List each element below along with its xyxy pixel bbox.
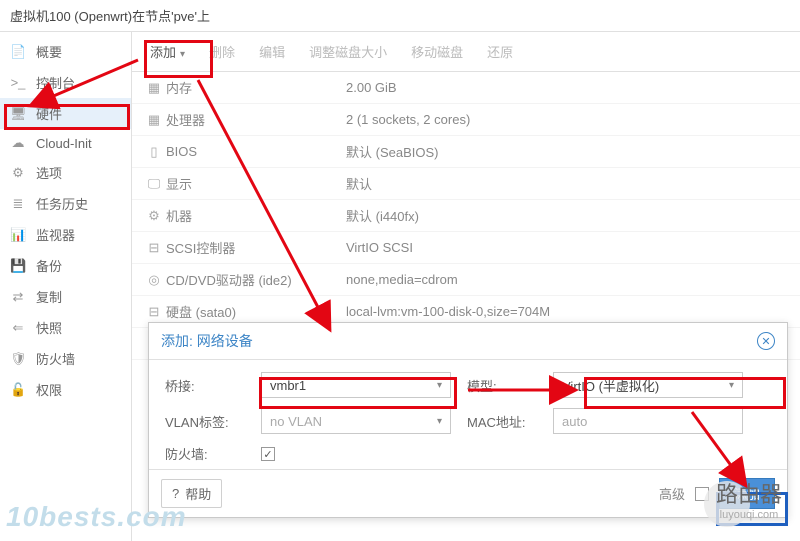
toolbar: 添加▾ 删除 编辑 调整磁盘大小 移动磁盘 还原 bbox=[132, 32, 800, 72]
dialog-title: 添加: 网络设备 bbox=[161, 331, 253, 351]
hw-row-machine[interactable]: ⚙机器默认 (i440fx) bbox=[132, 200, 800, 232]
hw-value: 默认 bbox=[346, 174, 790, 193]
gear-icon: ⚙ bbox=[10, 165, 26, 181]
hw-name: SCSI控制器 bbox=[166, 238, 346, 257]
sidebar-item-label: 选项 bbox=[36, 163, 62, 182]
resize-button: 调整磁盘大小 bbox=[297, 36, 399, 67]
bridge-label: 桥接: bbox=[165, 376, 245, 395]
hw-name: 硬盘 (sata0) bbox=[166, 302, 346, 321]
sidebar-item-label: 备份 bbox=[36, 256, 62, 275]
unlock-icon: 🔓 bbox=[10, 382, 26, 398]
close-icon: ✕ bbox=[761, 335, 770, 348]
hw-row-scsi[interactable]: ⊟SCSI控制器VirtIO SCSI bbox=[132, 232, 800, 264]
monitor-icon: 🖥 bbox=[10, 106, 26, 122]
sidebar-item-cloudinit[interactable]: ☁ Cloud-Init bbox=[0, 129, 131, 157]
cd-icon: ◎ bbox=[142, 272, 166, 288]
sidebar-item-console[interactable]: >_ 控制台 bbox=[0, 67, 131, 98]
hw-name: 显示 bbox=[166, 174, 346, 193]
sidebar-item-label: 硬件 bbox=[36, 104, 62, 123]
hw-value: 2.00 GiB bbox=[346, 80, 790, 95]
firewall-label: 防火墙: bbox=[165, 444, 245, 463]
terminal-icon: >_ bbox=[10, 75, 26, 90]
add-button[interactable]: 添加▾ bbox=[138, 36, 197, 67]
model-label: 模型: bbox=[467, 376, 537, 395]
hw-value: local-lvm:vm-100-disk-0,size=704M bbox=[346, 304, 790, 319]
disk-icon: ⊟ bbox=[142, 240, 166, 256]
hw-name: 内存 bbox=[166, 78, 346, 97]
vlan-select[interactable]: no VLAN▾ bbox=[261, 408, 451, 434]
mac-label: MAC地址: bbox=[467, 412, 537, 431]
sidebar-item-label: 快照 bbox=[36, 318, 62, 337]
vlan-label: VLAN标签: bbox=[165, 412, 245, 431]
hw-row-bios[interactable]: ▯BIOS默认 (SeaBIOS) bbox=[132, 136, 800, 168]
chevron-down-icon: ▾ bbox=[180, 49, 185, 60]
sidebar-item-hardware[interactable]: 🖥 硬件 bbox=[0, 98, 131, 129]
sidebar-item-firewall[interactable]: 🛡 防火墙 bbox=[0, 343, 131, 374]
chevron-down-icon: ▾ bbox=[437, 416, 442, 427]
hw-value: 2 (1 sockets, 2 cores) bbox=[346, 112, 790, 127]
add-network-dialog: 添加: 网络设备 ✕ 桥接: vmbr1▾ 模型: VirtIO (半虚拟化)▾… bbox=[148, 322, 788, 518]
hdd-icon: ⊟ bbox=[142, 304, 166, 320]
sidebar-item-label: 权限 bbox=[36, 380, 62, 399]
hw-name: 处理器 bbox=[166, 110, 346, 129]
hw-value: none,media=cdrom bbox=[346, 272, 790, 287]
page-title: 虚拟机100 (Openwrt)在节点'pve'上 bbox=[0, 0, 800, 32]
advanced-checkbox[interactable] bbox=[695, 487, 709, 501]
sidebar-item-label: 复制 bbox=[36, 287, 62, 306]
hw-row-memory[interactable]: ▦内存2.00 GiB bbox=[132, 72, 800, 104]
sync-icon: ⇄ bbox=[10, 289, 26, 305]
sidebar-item-label: 防火墙 bbox=[36, 349, 75, 368]
hw-row-display[interactable]: 🖵显示默认 bbox=[132, 168, 800, 200]
hw-value: VirtIO SCSI bbox=[346, 240, 790, 255]
sidebar-item-tasks[interactable]: ≣ 任务历史 bbox=[0, 188, 131, 219]
document-icon: 📄 bbox=[10, 44, 26, 60]
sidebar-item-backup[interactable]: 💾 备份 bbox=[0, 250, 131, 281]
hw-name: BIOS bbox=[166, 144, 346, 159]
cloud-icon: ☁ bbox=[10, 135, 26, 151]
chart-icon: 📊 bbox=[10, 227, 26, 243]
memory-icon: ▦ bbox=[142, 80, 166, 96]
help-button[interactable]: ?帮助 bbox=[161, 479, 222, 508]
shield-icon: 🛡 bbox=[10, 351, 26, 367]
advanced-toggle-label: 高级 bbox=[659, 484, 685, 503]
hw-row-cpu[interactable]: ▦处理器2 (1 sockets, 2 cores) bbox=[132, 104, 800, 136]
ok-button[interactable]: 添加 bbox=[719, 478, 775, 509]
list-icon: ≣ bbox=[10, 196, 26, 212]
revert-button: 还原 bbox=[475, 36, 525, 67]
hw-value: 默认 (SeaBIOS) bbox=[346, 142, 790, 161]
sidebar-item-label: Cloud-Init bbox=[36, 136, 92, 151]
sidebar-item-monitor[interactable]: 📊 监视器 bbox=[0, 219, 131, 250]
sidebar-item-options[interactable]: ⚙ 选项 bbox=[0, 157, 131, 188]
bios-icon: ▯ bbox=[142, 144, 166, 160]
hw-value: 默认 (i440fx) bbox=[346, 206, 790, 225]
sidebar-item-label: 控制台 bbox=[36, 73, 75, 92]
machine-icon: ⚙ bbox=[142, 208, 166, 224]
hw-name: CD/DVD驱动器 (ide2) bbox=[166, 270, 346, 289]
sidebar-item-summary[interactable]: 📄 概要 bbox=[0, 36, 131, 67]
move-button: 移动磁盘 bbox=[399, 36, 475, 67]
cpu-icon: ▦ bbox=[142, 112, 166, 128]
bridge-select[interactable]: vmbr1▾ bbox=[261, 372, 451, 398]
sidebar-item-label: 概要 bbox=[36, 42, 62, 61]
chevron-down-icon: ▾ bbox=[437, 380, 442, 391]
sidebar-item-snapshot[interactable]: ⇐ 快照 bbox=[0, 312, 131, 343]
mac-input[interactable]: auto bbox=[553, 408, 743, 434]
chevron-down-icon: ▾ bbox=[729, 380, 734, 391]
edit-button: 编辑 bbox=[247, 36, 297, 67]
sidebar-item-label: 监视器 bbox=[36, 225, 75, 244]
display-icon: 🖵 bbox=[142, 176, 166, 192]
hw-row-cdrom[interactable]: ◎CD/DVD驱动器 (ide2)none,media=cdrom bbox=[132, 264, 800, 296]
model-select[interactable]: VirtIO (半虚拟化)▾ bbox=[553, 372, 743, 398]
history-icon: ⇐ bbox=[10, 320, 26, 336]
save-icon: 💾 bbox=[10, 258, 26, 274]
help-icon: ? bbox=[172, 486, 179, 501]
hw-name: 机器 bbox=[166, 206, 346, 225]
sidebar-item-permissions[interactable]: 🔓 权限 bbox=[0, 374, 131, 405]
sidebar: 📄 概要 >_ 控制台 🖥 硬件 ☁ Cloud-Init ⚙ 选项 ≣ 任务历史 📊 监视器… bbox=[0, 32, 132, 541]
close-button[interactable]: ✕ bbox=[757, 332, 775, 350]
remove-button: 删除 bbox=[197, 36, 247, 67]
firewall-checkbox[interactable]: ✓ bbox=[261, 447, 275, 461]
sidebar-item-replication[interactable]: ⇄ 复制 bbox=[0, 281, 131, 312]
sidebar-item-label: 任务历史 bbox=[36, 194, 88, 213]
